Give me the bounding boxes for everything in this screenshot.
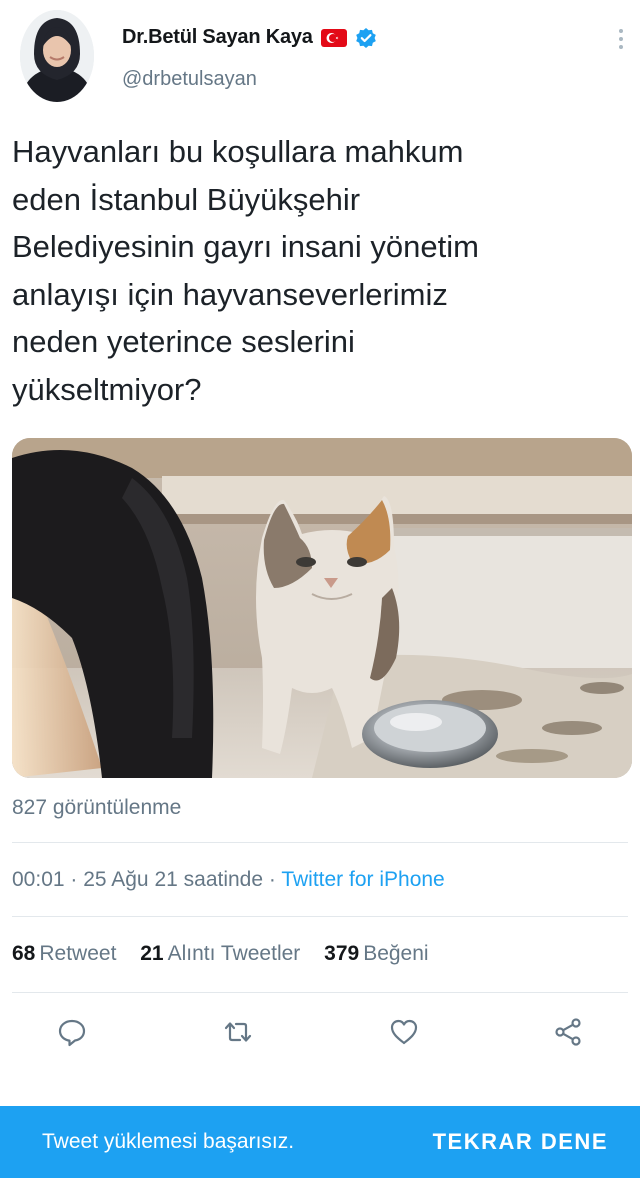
user-handle[interactable]: @drbetulsayan <box>122 68 257 91</box>
retweet-button[interactable] <box>216 1008 260 1056</box>
like-count[interactable]: 379 Beğeni <box>324 942 428 965</box>
view-count: 827 görüntülenme <box>12 796 182 819</box>
tweet-text-line: neden yeterince seslerini <box>12 324 355 359</box>
turkey-flag-icon <box>320 28 347 47</box>
retweet-icon <box>224 1022 252 1042</box>
share-icon <box>555 1018 581 1046</box>
retweet-label: Retweet <box>39 942 117 965</box>
tweet-text-line: Hayvanları bu koşullara mahkum <box>12 134 464 169</box>
divider <box>12 992 628 993</box>
retry-button[interactable]: TEKRAR DENE <box>433 1129 608 1155</box>
display-name[interactable]: Dr.Betül Sayan Kaya <box>122 26 313 49</box>
tweet-stats: 68 Retweet 21 Alıntı Tweetler 379 Beğeni <box>12 942 447 966</box>
quote-number: 21 <box>140 942 164 965</box>
tweet-text-line: Belediyesinin gayrı insani yönetim <box>12 229 479 264</box>
like-number: 379 <box>324 942 360 965</box>
quote-label: Alıntı Tweetler <box>167 942 301 965</box>
divider <box>12 916 628 917</box>
reply-button[interactable] <box>50 1008 94 1056</box>
reply-icon <box>58 1019 86 1047</box>
timestamp: 00:01 · 25 Ağu 21 saatinde · <box>12 868 282 891</box>
avatar[interactable] <box>20 10 94 102</box>
tweet-text-line: eden İstanbul Büyükşehir <box>12 181 361 217</box>
retweet-number: 68 <box>12 942 36 965</box>
tweet-actions <box>0 1008 640 1060</box>
share-button[interactable] <box>546 1008 590 1056</box>
verified-badge-icon <box>355 27 377 49</box>
tweet-meta: 00:01 · 25 Ağu 21 saatinde · Twitter for… <box>12 868 445 892</box>
more-vertical-icon[interactable] <box>616 24 626 54</box>
quote-count[interactable]: 21 Alıntı Tweetler <box>140 942 300 965</box>
error-snackbar: Tweet yüklemesi başarısız. TEKRAR DENE <box>0 1106 640 1178</box>
heart-icon <box>390 1019 418 1045</box>
name-row: Dr.Betül Sayan Kaya <box>122 26 377 49</box>
divider <box>12 842 628 843</box>
like-label: Beğeni <box>363 942 429 965</box>
like-button[interactable] <box>382 1008 426 1056</box>
tweet-media-photo[interactable] <box>12 438 632 778</box>
snackbar-message: Tweet yüklemesi başarısız. <box>42 1130 295 1153</box>
tweet-text-line: yükseltmiyor? <box>12 371 202 407</box>
tweet-text-line: anlayışı için hayvanseverlerimiz <box>12 276 448 312</box>
tweet-header: Dr.Betül Sayan Kaya @drbetulsayan <box>0 0 640 110</box>
tweet-text: Hayvanları bu koşullara mahkum eden İsta… <box>12 128 612 413</box>
source-link[interactable]: Twitter for iPhone <box>281 868 444 891</box>
retweet-count[interactable]: 68 Retweet <box>12 942 116 965</box>
